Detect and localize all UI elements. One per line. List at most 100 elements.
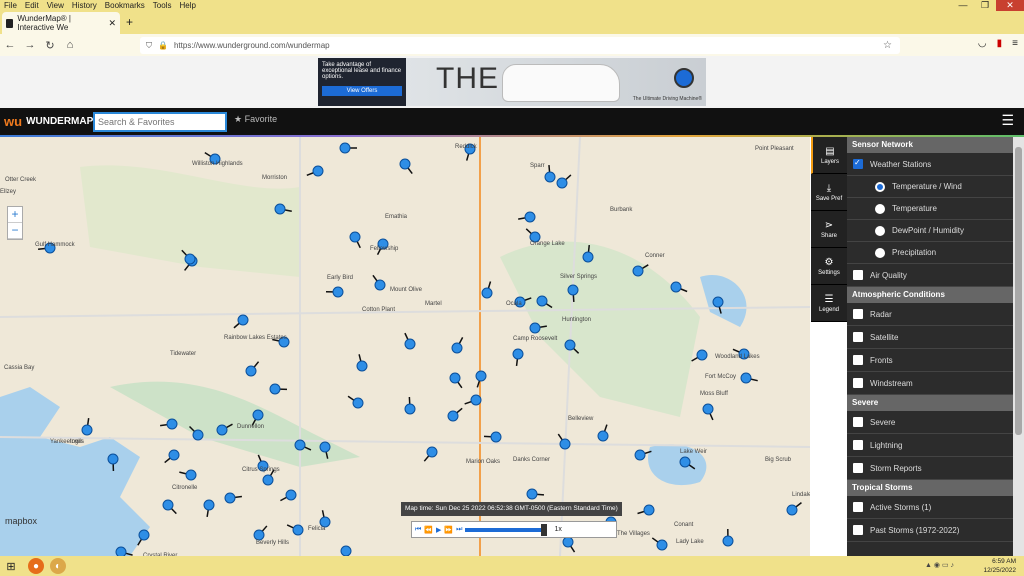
weather-station-marker (670, 281, 682, 293)
checkbox-icon[interactable] (853, 332, 863, 342)
new-tab-icon[interactable]: + (126, 15, 133, 29)
bmw-ad[interactable]: Take advantage of exceptional lease and … (318, 58, 706, 106)
scrollbar-thumb[interactable] (1015, 147, 1022, 435)
share-button[interactable]: ⋗ Share (811, 211, 847, 248)
favorite-button[interactable]: ★ Favorite (234, 114, 277, 125)
save-pref-button[interactable]: ⤓ Save Pref (811, 174, 847, 211)
back-icon[interactable]: ← (0, 39, 20, 51)
zoom-out-button[interactable]: − (8, 223, 22, 239)
air-quality-toggle[interactable]: Air Quality (847, 264, 1013, 287)
map-canvas[interactable]: Reddick Sparr Point Pleasant Williston High… (0, 137, 810, 556)
checkbox-icon[interactable] (853, 309, 863, 319)
minimize-icon[interactable]: — (952, 0, 974, 11)
weather-station-marker (475, 370, 487, 382)
overflow-menu-icon[interactable]: ≡ (1012, 38, 1018, 49)
mapbox-attribution[interactable]: mapbox (5, 516, 37, 526)
satellite-toggle[interactable]: Satellite (847, 326, 1013, 349)
place-label: Ellzey (0, 189, 16, 195)
dewpoint-label: DewPoint / Humidity (892, 226, 965, 235)
place-label: Lady Lake (676, 539, 704, 545)
menu-edit[interactable]: Edit (21, 1, 43, 10)
hamburger-menu-icon[interactable]: ☰ (1001, 112, 1014, 129)
browser-tab[interactable]: WunderMap® | Interactive We ✕ (2, 12, 120, 34)
restore-icon[interactable]: ❐ (974, 0, 996, 11)
view-offers-button[interactable]: View Offers (322, 86, 402, 96)
checkbox-icon[interactable] (853, 463, 863, 473)
weather-station-marker (184, 253, 196, 265)
checkbox-icon[interactable] (853, 417, 863, 427)
checkbox-icon[interactable] (853, 270, 863, 280)
firefox-icon[interactable]: ● (28, 558, 44, 574)
place-label: Emathia (385, 214, 408, 220)
checkbox-icon[interactable] (853, 355, 863, 365)
extension-icon[interactable]: ▮ (997, 38, 1003, 49)
menu-file[interactable]: File (0, 1, 21, 10)
taskbar: ⊞ ● ◐ ▲ ◉ ▭ ♪ 6:59 AM 12/25/2022 (0, 556, 1024, 576)
menu-view[interactable]: View (43, 1, 68, 10)
radio-icon[interactable] (875, 247, 885, 258)
last-frame-icon[interactable]: ⏭ (456, 526, 462, 534)
checkbox-icon[interactable] (853, 378, 863, 388)
menu-tools[interactable]: Tools (149, 1, 176, 10)
checkbox-icon[interactable] (853, 440, 863, 450)
fronts-toggle[interactable]: Fronts (847, 349, 1013, 372)
windstream-toggle[interactable]: Windstream (847, 372, 1013, 395)
lightning-toggle[interactable]: Lightning (847, 434, 1013, 457)
weather-station-marker (332, 286, 344, 298)
time-slider[interactable] (465, 523, 548, 536)
dewpoint-option[interactable]: DewPoint / Humidity (847, 220, 1013, 242)
legend-button[interactable]: ☰ Legend (811, 285, 847, 322)
layers-button[interactable]: ▤ Layers (811, 137, 847, 174)
checkbox-icon[interactable] (853, 158, 863, 169)
reload-icon[interactable]: ↻ (40, 39, 60, 52)
storm-reports-toggle[interactable]: Storm Reports (847, 457, 1013, 480)
menu-bookmarks[interactable]: Bookmarks (101, 1, 149, 10)
panel-scrollbar[interactable] (1013, 137, 1024, 556)
temp-wind-option[interactable]: Temperature / Wind (847, 176, 1013, 198)
menu-help[interactable]: Help (175, 1, 199, 10)
tray-icons[interactable]: ▲ ◉ ▭ ♪ (925, 561, 954, 569)
zoom-in-button[interactable]: + (8, 207, 22, 223)
checkbox-icon[interactable] (853, 525, 863, 535)
weather-station-marker (426, 446, 438, 458)
layers-panel: Sensor Network Weather Stations Temperat… (847, 137, 1013, 556)
play-icon[interactable]: ▶ (436, 526, 441, 534)
severe-toggle[interactable]: Severe (847, 411, 1013, 434)
bookmark-star-icon[interactable]: ☆ (883, 40, 892, 51)
url-bar[interactable]: ⛉ 🔒 https://www.wunderground.com/wunderm… (140, 37, 900, 54)
ad-banner: THE X3 The Ultimate Driving Machine® (406, 58, 706, 106)
forward-icon[interactable]: → (20, 39, 40, 51)
search-input[interactable] (93, 112, 227, 132)
settings-button[interactable]: ⚙ Settings (811, 248, 847, 285)
menu-history[interactable]: History (68, 1, 101, 10)
precipitation-option[interactable]: Precipitation (847, 242, 1013, 264)
active-storms-toggle[interactable]: Active Storms (1) (847, 496, 1013, 519)
precipitation-label: Precipitation (892, 248, 937, 257)
prev-frame-icon[interactable]: ⏪ (424, 526, 433, 534)
speed-select[interactable]: 1x (554, 526, 561, 533)
pocket-icon[interactable]: ◡ (978, 38, 987, 49)
slider-thumb[interactable] (541, 523, 548, 536)
paint-icon[interactable]: ◐ (50, 558, 66, 574)
clock[interactable]: 6:59 AM 12/25/2022 (983, 557, 1016, 575)
weather-station-marker (582, 251, 594, 263)
temperature-option[interactable]: Temperature (847, 198, 1013, 220)
home-icon[interactable]: ⌂ (60, 39, 80, 51)
checkbox-icon[interactable] (853, 502, 863, 512)
radio-icon[interactable] (875, 225, 885, 236)
tab-close-icon[interactable]: ✕ (108, 18, 116, 29)
close-window-icon[interactable]: ✕ (996, 0, 1024, 11)
weather-stations-toggle[interactable]: Weather Stations (847, 153, 1013, 176)
windows-start-icon[interactable]: ⊞ (0, 560, 22, 573)
wundermap-logo[interactable]: wu WUNDERMAP (0, 114, 93, 129)
next-frame-icon[interactable]: ⏩ (444, 526, 453, 534)
tab-bar: WunderMap® | Interactive We ✕ + (0, 11, 1024, 34)
past-storms-toggle[interactable]: Past Storms (1972-2022) (847, 519, 1013, 542)
place-label: Williston Highlands (192, 161, 243, 167)
radio-icon[interactable] (875, 181, 885, 192)
radar-toggle[interactable]: Radar (847, 303, 1013, 326)
place-label: The Villages (617, 531, 650, 537)
windstream-label: Windstream (870, 378, 913, 388)
radio-icon[interactable] (875, 203, 885, 214)
first-frame-icon[interactable]: ⏮ (415, 526, 421, 534)
